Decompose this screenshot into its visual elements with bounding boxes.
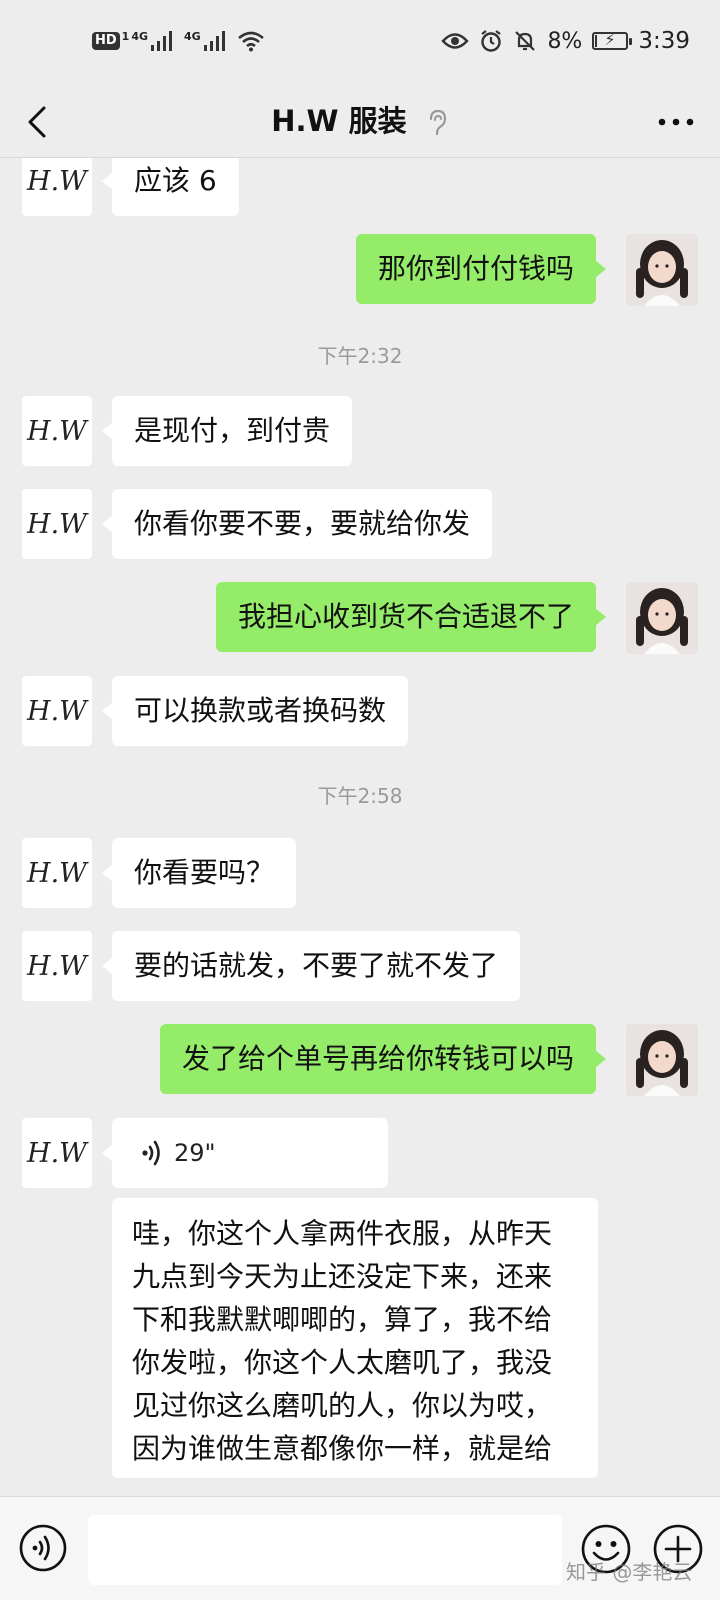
eye-icon bbox=[441, 33, 470, 49]
battery-icon: ⚡ bbox=[592, 30, 633, 50]
timestamp: 下午2:58 bbox=[317, 784, 403, 808]
message-bubble-self[interactable]: 发了给个单号再给你转钱可以吗 bbox=[159, 1024, 607, 1094]
more-options-icon[interactable] bbox=[656, 108, 696, 136]
message-bubble[interactable]: 可以换款或者换码数 bbox=[101, 676, 409, 746]
alarm-clock-icon bbox=[481, 30, 502, 52]
signal-icon bbox=[151, 31, 173, 51]
self-avatar[interactable] bbox=[626, 234, 698, 306]
status-time: 3:39 bbox=[638, 28, 690, 54]
voice-duration: 29" bbox=[174, 1139, 216, 1167]
status-bar: HD 1 4G 4G 8% ⚡ 3:39 bbox=[0, 0, 720, 86]
message-bubble-self[interactable]: 那你到付付钱吗 bbox=[355, 234, 607, 304]
self-avatar[interactable] bbox=[626, 582, 698, 654]
chat-header: H.W 服装 bbox=[0, 86, 720, 158]
mute-bell-icon bbox=[515, 31, 536, 51]
chat-message-list[interactable]: H.W 应该 6 那你到付付钱吗 下午2:32 H.W 是现付，到付贵 H.W … bbox=[0, 158, 720, 1496]
voice-message-bubble[interactable]: 29" bbox=[102, 1118, 388, 1188]
network-label-2: 4G bbox=[184, 30, 201, 43]
message-input[interactable] bbox=[88, 1515, 562, 1585]
contact-avatar[interactable]: H.W bbox=[22, 158, 92, 216]
charging-bolt-icon: ⚡ bbox=[604, 30, 616, 49]
message-bubble[interactable]: 应该 6 bbox=[102, 158, 239, 216]
battery-percent: 8% bbox=[547, 28, 583, 54]
earpiece-mode-icon bbox=[429, 109, 446, 136]
network-label-1: 4G bbox=[131, 30, 149, 43]
message-bubble-self[interactable]: 我担心收到货不合适退不了 bbox=[215, 582, 607, 652]
user-photo-avatar bbox=[626, 1024, 698, 1096]
contact-avatar[interactable]: H.W bbox=[22, 396, 92, 466]
voice-input-toggle-icon[interactable] bbox=[18, 1523, 68, 1573]
sim-slot-label: 1 bbox=[121, 30, 130, 43]
user-photo-avatar bbox=[626, 234, 698, 306]
contact-avatar[interactable]: H.W bbox=[22, 838, 92, 908]
status-right: 8% ⚡ 3:39 bbox=[441, 28, 690, 54]
voice-wave-icon bbox=[142, 1140, 160, 1166]
hd-badge: HD bbox=[92, 32, 120, 50]
wifi-icon bbox=[237, 31, 264, 52]
contact-avatar[interactable]: H.W bbox=[22, 676, 92, 746]
chat-title: H.W 服装 bbox=[271, 104, 407, 138]
contact-avatar[interactable]: H.W bbox=[22, 1118, 92, 1188]
timestamp: 下午2:32 bbox=[317, 344, 403, 368]
signal-icon bbox=[203, 31, 225, 51]
message-bubble[interactable]: 你看要吗？ bbox=[101, 838, 297, 908]
chat-title-wrap: H.W 服装 bbox=[0, 98, 720, 144]
user-photo-avatar bbox=[626, 582, 698, 654]
status-left: HD 1 4G 4G bbox=[92, 30, 265, 52]
message-bubble[interactable]: 要的话就发，不要了就不发了 bbox=[101, 931, 521, 1001]
contact-avatar[interactable]: H.W bbox=[22, 489, 92, 559]
message-bubble-long[interactable]: 哇，你这个人拿两件衣服，从昨天九点到今天为止还没定下来，还来下和我默默唧唧的，算… bbox=[112, 1198, 598, 1478]
message-bubble[interactable]: 是现付，到付贵 bbox=[101, 396, 353, 466]
message-bubble[interactable]: 你看你要不要，要就给你发 bbox=[101, 489, 493, 559]
battery-level bbox=[595, 35, 598, 47]
contact-avatar[interactable]: H.W bbox=[22, 931, 92, 1001]
self-avatar[interactable] bbox=[626, 1024, 698, 1096]
watermark-text: 知乎 @李艳云 bbox=[566, 1560, 693, 1584]
